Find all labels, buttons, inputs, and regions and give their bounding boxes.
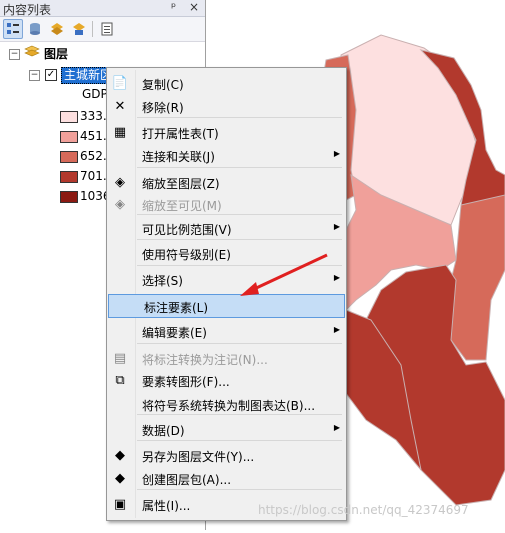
- arrow-shaft: [251, 253, 328, 292]
- arrow-head: [240, 282, 259, 296]
- red-arrow-annotation: [240, 253, 328, 296]
- watermark: https://blog.csdn.net/qq_42374697: [258, 503, 469, 517]
